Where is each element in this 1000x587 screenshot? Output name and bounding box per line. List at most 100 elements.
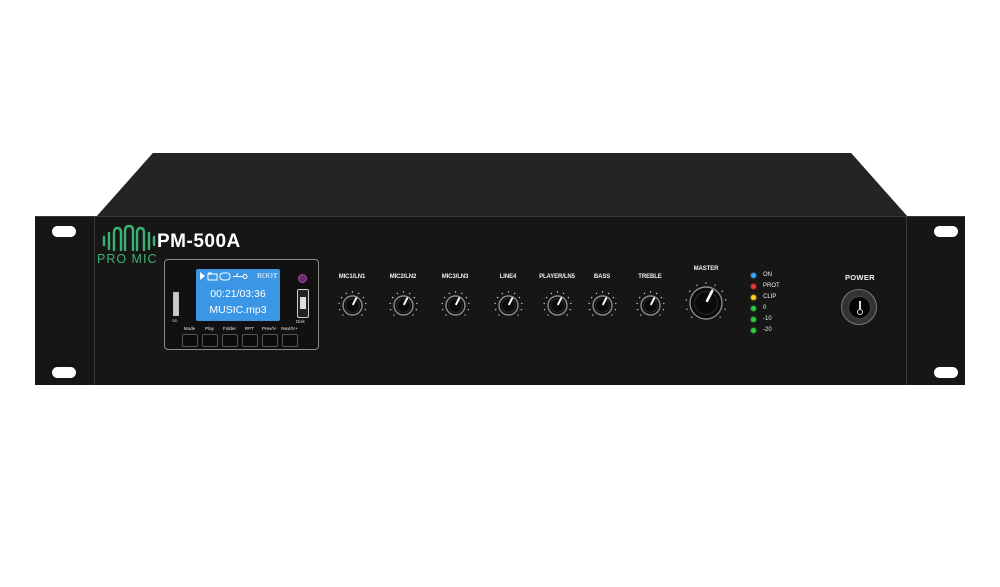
player-button-label: Next/V+ — [281, 326, 298, 331]
knob-scale-tick — [696, 284, 698, 286]
knob-scale-tick — [569, 302, 572, 304]
knob-scale-tick — [601, 290, 603, 293]
knob-player-ln5[interactable] — [540, 288, 575, 323]
knob-scale-tick — [565, 313, 568, 316]
knob-scale-tick — [610, 313, 613, 316]
knob-treble[interactable] — [633, 288, 668, 323]
knob-scale-tick — [460, 292, 462, 294]
knob-scale-tick — [591, 313, 594, 316]
rack-mount-hole — [52, 226, 76, 237]
master-volume-knob[interactable] — [682, 279, 730, 327]
knob-scale-tick — [448, 292, 450, 294]
knob-scale-tick — [364, 302, 367, 304]
knob-scale-tick — [360, 313, 363, 316]
knob-scale-tick — [467, 302, 470, 304]
knob-scale-tick — [364, 308, 366, 310]
knob-scale-tick — [518, 296, 520, 298]
knob-scale-tick — [415, 302, 418, 304]
knob-scale-tick — [408, 292, 410, 294]
player-button-label: Folder — [222, 326, 237, 331]
play-button[interactable] — [202, 334, 218, 347]
music-note-icon — [200, 272, 205, 280]
knob-scale-tick — [660, 296, 662, 298]
knob-scale-tick — [546, 313, 549, 316]
knob-scale-tick — [362, 296, 364, 298]
next-volume-up-button[interactable] — [282, 334, 298, 347]
knob-scale-tick — [612, 296, 614, 298]
knob-scale-tick — [542, 302, 545, 304]
player-button-label: Mode — [183, 326, 196, 331]
knob-line4[interactable] — [491, 288, 526, 323]
led-indicator — [751, 284, 756, 289]
amplifier-front-panel: PRO MIC PM-500A SD ROOT 00:21/03:36 MUSI… — [35, 216, 965, 385]
knob-scale-tick — [345, 292, 347, 294]
knob-scale-tick — [658, 313, 661, 316]
knob-scale-tick — [494, 308, 496, 310]
knob-scale-tick — [719, 316, 721, 318]
knob-scale-tick — [513, 292, 515, 294]
knob-scale-tick — [662, 308, 664, 310]
knob-scale-tick — [493, 302, 496, 304]
rack-mount-hole — [934, 367, 958, 378]
knob-scale-tick — [614, 308, 616, 310]
prev-volume-down-button[interactable] — [262, 334, 278, 347]
knob-scale-tick — [607, 292, 609, 294]
knob-scale-tick — [413, 296, 415, 298]
knob-scale-tick — [465, 296, 467, 298]
usb-port[interactable] — [297, 289, 309, 318]
knob-scale-tick — [655, 292, 657, 294]
knob-mic2-ln2-label: MIC2/LN2 — [389, 274, 417, 280]
knob-scale-tick — [391, 296, 393, 298]
knob-scale-tick — [396, 292, 398, 294]
amplifier-top-cover — [96, 153, 908, 217]
knob-scale-tick — [497, 313, 500, 316]
knob-mic1-ln1[interactable] — [335, 288, 370, 323]
sd-slot-label: SD — [172, 318, 178, 323]
knob-scale-tick — [520, 302, 523, 304]
lcd-status-bar: ROOT — [199, 271, 279, 282]
player-button-label: Play — [205, 326, 214, 331]
knob-scale-tick — [411, 313, 414, 316]
knob-scale-tick — [724, 308, 726, 310]
knob-scale-tick — [444, 313, 447, 316]
knob-scale-tick — [689, 290, 691, 292]
knob-scale-tick — [725, 299, 727, 301]
knob-scale-tick — [691, 316, 693, 318]
knob-scale-tick — [643, 292, 645, 294]
repeat-button[interactable] — [242, 334, 258, 347]
knob-scale-tick — [686, 308, 688, 310]
knob-scale-tick — [595, 292, 597, 294]
knob-scale-tick — [440, 302, 443, 304]
knob-scale-tick — [567, 296, 569, 298]
mode-button[interactable] — [182, 334, 198, 347]
knob-scale-tick — [338, 308, 340, 310]
led-indicator — [751, 328, 756, 333]
folder-button[interactable] — [222, 334, 238, 347]
knob-scale-tick — [588, 308, 590, 310]
led-indicator-label: -20 — [763, 327, 772, 333]
folder-icon — [207, 272, 218, 281]
led-indicator — [751, 306, 756, 311]
knob-scale-tick — [569, 308, 571, 310]
knob-treble-label: TREBLE — [638, 274, 662, 280]
power-switch[interactable] — [841, 289, 877, 325]
knob-scale-tick — [516, 313, 519, 316]
led-indicator-label: CLIP — [763, 294, 777, 300]
knob-bass[interactable] — [585, 288, 620, 323]
knob-scale-tick — [351, 290, 353, 293]
knob-scale-tick — [341, 313, 344, 316]
knob-scale-tick — [443, 296, 445, 298]
knob-scale-tick — [463, 313, 466, 316]
knob-mic3-ln3[interactable] — [438, 288, 473, 323]
knob-scale-tick — [649, 290, 651, 293]
knob-scale-tick — [638, 296, 640, 298]
knob-scale-tick — [636, 308, 638, 310]
power-label: POWER — [845, 273, 875, 282]
led-indicator — [751, 295, 756, 300]
sd-card-slot[interactable] — [173, 292, 179, 316]
lcd-filename: MUSIC.mp3 — [209, 304, 267, 316]
player-button-label: Prev/V- — [261, 326, 278, 331]
knob-mic2-ln2[interactable] — [386, 288, 421, 323]
brand-name: PRO MIC — [97, 252, 158, 266]
master-volume-knob-label: MASTER — [693, 266, 719, 272]
